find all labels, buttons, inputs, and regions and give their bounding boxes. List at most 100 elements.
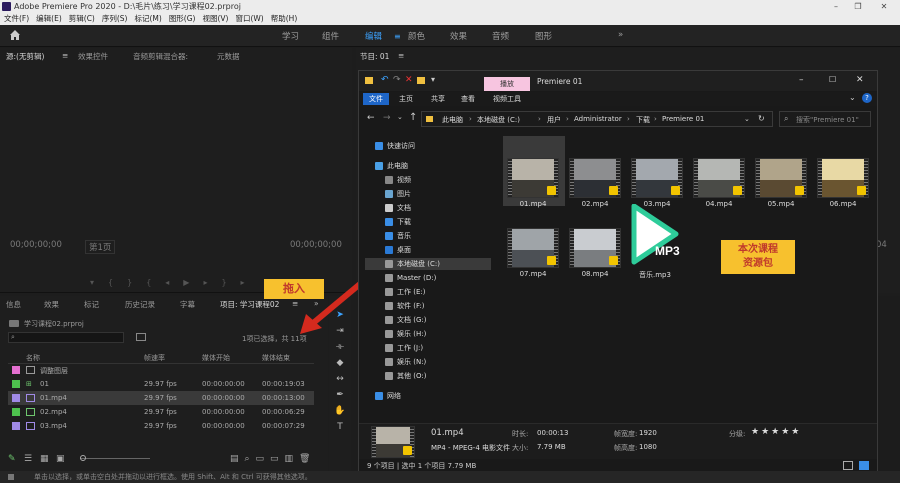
close-icon[interactable]: ✕ bbox=[876, 0, 892, 13]
menu-window[interactable]: 窗口(W) bbox=[235, 13, 263, 25]
menu-edit[interactable]: 编辑(E) bbox=[36, 13, 62, 25]
rating-stars[interactable]: ★★★★★ bbox=[751, 427, 801, 437]
nav-pictures[interactable]: 图片 bbox=[365, 188, 491, 200]
file-name[interactable]: 07.mp4 bbox=[503, 270, 563, 278]
file-name[interactable]: 01.mp4 bbox=[503, 200, 563, 208]
razor-tool-icon[interactable]: ◆ bbox=[333, 356, 347, 370]
nav-network[interactable]: 网络 bbox=[365, 390, 491, 402]
undo-icon[interactable]: ↶ bbox=[381, 75, 389, 85]
type-tool-icon[interactable]: T bbox=[333, 420, 347, 434]
hand-tool-icon[interactable]: ✋ bbox=[333, 404, 347, 418]
new-folder-icon[interactable] bbox=[417, 77, 425, 84]
up-icon[interactable]: ↑ bbox=[409, 112, 417, 123]
source-transport-controls[interactable]: ▾{}{◂▶▸}▸ bbox=[90, 278, 290, 288]
slip-tool-icon[interactable]: ↔ bbox=[333, 372, 347, 386]
nav-drive-o[interactable]: 其他 (O:) bbox=[365, 370, 491, 382]
zoom-slider[interactable] bbox=[80, 458, 150, 459]
header-media-end[interactable]: 媒体结束 bbox=[262, 353, 290, 363]
file-name[interactable]: 08.mp4 bbox=[565, 270, 625, 278]
ribbon-tab-file[interactable]: 文件 bbox=[363, 93, 389, 105]
crumb-users[interactable]: 用户 bbox=[547, 115, 561, 125]
crumb-local-disk[interactable]: 本地磁盘 (C:) bbox=[477, 115, 520, 125]
workspace-tab-assembly[interactable]: 组件 bbox=[322, 30, 339, 42]
project-actions-icons[interactable]: ▤⌕▭▭▥🗑 bbox=[230, 454, 316, 464]
file-thumbnail[interactable] bbox=[631, 158, 683, 198]
menu-marker[interactable]: 标记(M) bbox=[134, 13, 161, 25]
zoom-slider-handle[interactable] bbox=[80, 455, 86, 461]
pen-tool-icon[interactable]: ✒ bbox=[333, 388, 347, 402]
menu-help[interactable]: 帮助(H) bbox=[271, 13, 298, 25]
file-thumbnail[interactable] bbox=[569, 158, 621, 198]
crumb-downloads[interactable]: 下载 bbox=[636, 115, 650, 125]
header-name[interactable]: 名称 bbox=[26, 353, 40, 363]
table-row[interactable]: 01.mp4 29.97 fps 00:00:00:00 00:00:13:00 bbox=[8, 391, 314, 405]
workspace-tab-audio[interactable]: 音频 bbox=[492, 30, 509, 42]
explorer-close-icon[interactable]: ✕ bbox=[856, 75, 864, 85]
minimize-icon[interactable]: – bbox=[828, 0, 844, 13]
program-menu-icon[interactable]: ≡ bbox=[398, 51, 404, 60]
nav-drive-n[interactable]: 娱乐 (N:) bbox=[365, 356, 491, 368]
context-tab-play[interactable]: 播放 bbox=[484, 77, 530, 91]
nav-this-pc[interactable]: 此电脑 bbox=[365, 160, 491, 172]
tab-captions[interactable]: 字幕 bbox=[180, 299, 195, 310]
nav-drive-j[interactable]: 工作 (J:) bbox=[365, 342, 491, 354]
nav-desktop[interactable]: 桌面 bbox=[365, 244, 491, 256]
ribbon-expand-icon[interactable]: ⌄ bbox=[849, 93, 856, 102]
menu-view[interactable]: 视图(V) bbox=[202, 13, 228, 25]
nav-drive-h[interactable]: 娱乐 (H:) bbox=[365, 328, 491, 340]
address-bar[interactable]: 此电脑 › 本地磁盘 (C:) › 用户 › Administrator › 下… bbox=[421, 111, 773, 127]
source-zoom-select[interactable]: 第1页 bbox=[85, 240, 116, 254]
help-icon[interactable]: ? bbox=[862, 93, 872, 103]
workspace-tab-edit[interactable]: 编辑 bbox=[365, 30, 382, 42]
file-name[interactable]: 06.mp4 bbox=[813, 200, 873, 208]
address-dropdown-icon[interactable]: ⌄ bbox=[744, 115, 750, 123]
menu-file[interactable]: 文件(F) bbox=[4, 13, 29, 25]
nav-drive-d[interactable]: Master (D:) bbox=[365, 272, 491, 284]
program-title[interactable]: 节目: 01 bbox=[360, 51, 389, 62]
file-name[interactable]: 音乐.mp3 bbox=[625, 270, 685, 280]
nav-local-disk-c[interactable]: 本地磁盘 (C:) bbox=[365, 258, 491, 270]
new-bin-icon[interactable] bbox=[136, 333, 146, 341]
ripple-edit-tool-icon[interactable]: ⟛ bbox=[333, 340, 347, 354]
freeform-view-icon[interactable]: ▣ bbox=[56, 454, 65, 464]
ribbon-tab-share[interactable]: 共享 bbox=[431, 94, 445, 104]
crumb-premiere01[interactable]: Premiere 01 bbox=[662, 115, 704, 123]
home-icon[interactable] bbox=[9, 29, 23, 43]
delete-icon[interactable]: ✕ bbox=[405, 75, 413, 85]
tab-metadata[interactable]: 元数据 bbox=[217, 51, 240, 62]
explorer-maximize-icon[interactable]: ☐ bbox=[829, 75, 836, 84]
maximize-icon[interactable]: ❐ bbox=[850, 0, 866, 13]
workspace-tab-effects[interactable]: 效果 bbox=[450, 30, 467, 42]
refresh-icon[interactable]: ↻ bbox=[758, 114, 765, 123]
icon-view-icon[interactable]: ▦ bbox=[40, 454, 49, 464]
workspace-tab-graphics[interactable]: 图形 bbox=[535, 30, 552, 42]
project-search-input[interactable]: ⌕ bbox=[8, 332, 124, 343]
file-name[interactable]: 05.mp4 bbox=[751, 200, 811, 208]
pencil-icon[interactable]: ✎ bbox=[8, 454, 16, 464]
workspace-menu-icon[interactable]: ≡ bbox=[394, 32, 401, 41]
table-row[interactable]: 02.mp4 29.97 fps 00:00:00:00 00:00:06:29 bbox=[8, 405, 314, 419]
header-frame-rate[interactable]: 帧速率 bbox=[144, 353, 165, 363]
table-row[interactable]: 03.mp4 29.97 fps 00:00:00:00 00:00:07:29 bbox=[8, 419, 314, 433]
table-row[interactable]: 调整图层 bbox=[8, 363, 314, 377]
nav-videos[interactable]: 视频 bbox=[365, 174, 491, 186]
list-view-icon[interactable]: ☰ bbox=[24, 454, 32, 464]
file-name[interactable]: 04.mp4 bbox=[689, 200, 749, 208]
more-workspaces-icon[interactable]: » bbox=[618, 30, 623, 40]
tab-markers[interactable]: 标记 bbox=[84, 299, 99, 310]
file-thumbnail[interactable] bbox=[507, 228, 559, 268]
nav-documents[interactable]: 文档 bbox=[365, 202, 491, 214]
file-thumbnail[interactable] bbox=[693, 158, 745, 198]
header-media-start[interactable]: 媒体开始 bbox=[202, 353, 230, 363]
file-name[interactable]: 02.mp4 bbox=[565, 200, 625, 208]
nav-drive-g[interactable]: 文档 (G:) bbox=[365, 314, 491, 326]
nav-music[interactable]: 音乐 bbox=[365, 230, 491, 242]
menu-clip[interactable]: 剪辑(C) bbox=[69, 13, 95, 25]
file-thumbnail[interactable] bbox=[507, 158, 559, 198]
file-thumbnail[interactable] bbox=[569, 228, 621, 268]
ribbon-tab-video-tools[interactable]: 视频工具 bbox=[493, 94, 521, 104]
file-thumbnail[interactable] bbox=[755, 158, 807, 198]
nav-quick-access[interactable]: 快速访问 bbox=[365, 140, 491, 152]
large-icons-view-icon[interactable] bbox=[859, 461, 869, 470]
table-row[interactable]: ⊞ 01 29.97 fps 00:00:00:00 00:00:19:03 bbox=[8, 377, 314, 391]
